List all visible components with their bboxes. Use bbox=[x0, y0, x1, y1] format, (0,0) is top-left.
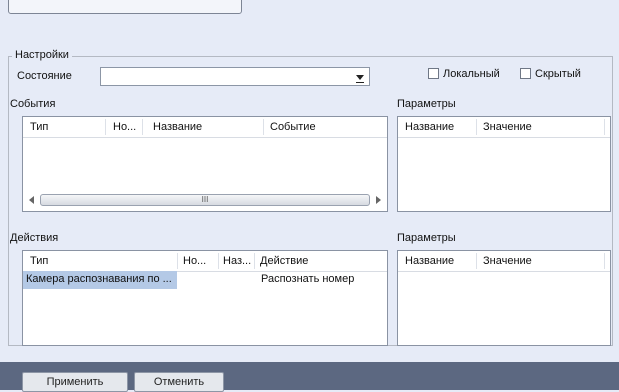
events-col-type[interactable]: Тип bbox=[30, 121, 48, 133]
actions-list[interactable]: Тип Но... Наз... Действие Камера распозн… bbox=[22, 250, 388, 346]
actions-params-title: Параметры bbox=[397, 232, 456, 244]
action-action-cell: Распознать номер bbox=[261, 273, 355, 285]
state-label: Состояние bbox=[17, 70, 72, 82]
scroll-right-icon[interactable] bbox=[376, 196, 381, 204]
actions-params-list[interactable]: Название Значение bbox=[397, 250, 611, 346]
table-row[interactable]: Камера распознавания по ... Распознать н… bbox=[23, 271, 383, 289]
actions-params-col-name[interactable]: Название bbox=[405, 255, 454, 267]
top-tab[interactable] bbox=[8, 0, 242, 14]
events-params-col-value[interactable]: Значение bbox=[483, 121, 532, 133]
apply-button[interactable]: Применить bbox=[22, 372, 128, 392]
actions-col-number[interactable]: Но... bbox=[183, 255, 206, 267]
cancel-button[interactable]: Отменить bbox=[134, 372, 224, 392]
events-col-name[interactable]: Название bbox=[153, 121, 202, 133]
events-params-col-name[interactable]: Название bbox=[405, 121, 454, 133]
hidden-checkbox-label: Скрытый bbox=[535, 68, 581, 80]
actions-col-name[interactable]: Наз... bbox=[223, 255, 251, 267]
events-hscroll-thumb[interactable]: III bbox=[40, 194, 370, 206]
events-params-title: Параметры bbox=[397, 98, 456, 110]
hidden-checkbox[interactable] bbox=[520, 68, 531, 79]
events-col-event[interactable]: Событие bbox=[270, 121, 316, 133]
combo-underline bbox=[356, 82, 364, 83]
local-checkbox-label: Локальный bbox=[443, 68, 500, 80]
actions-header: Тип Но... Наз... Действие bbox=[23, 251, 387, 272]
actions-params-col-value[interactable]: Значение bbox=[483, 255, 532, 267]
action-number-cell bbox=[178, 271, 218, 289]
actions-title: Действия bbox=[10, 232, 59, 244]
events-params-header: Название Значение bbox=[398, 117, 610, 138]
settings-group-title: Настройки bbox=[12, 49, 72, 61]
actions-params-header: Название Значение bbox=[398, 251, 610, 272]
events-title: События bbox=[10, 98, 56, 110]
local-checkbox[interactable] bbox=[428, 68, 439, 79]
action-type-cell: Камера распознавания по ... bbox=[23, 271, 177, 289]
events-col-number[interactable]: Но... bbox=[113, 121, 136, 133]
events-hscrollbar[interactable]: III bbox=[27, 194, 383, 206]
actions-col-action[interactable]: Действие bbox=[260, 255, 308, 267]
state-combobox[interactable] bbox=[100, 67, 370, 86]
events-list[interactable]: Тип Но... Название Событие III bbox=[22, 116, 388, 212]
actions-col-type[interactable]: Тип bbox=[30, 255, 48, 267]
scroll-left-icon[interactable] bbox=[29, 196, 34, 204]
events-params-list[interactable]: Название Значение bbox=[397, 116, 611, 212]
events-header: Тип Но... Название Событие bbox=[23, 117, 387, 138]
action-name-cell bbox=[219, 271, 254, 289]
